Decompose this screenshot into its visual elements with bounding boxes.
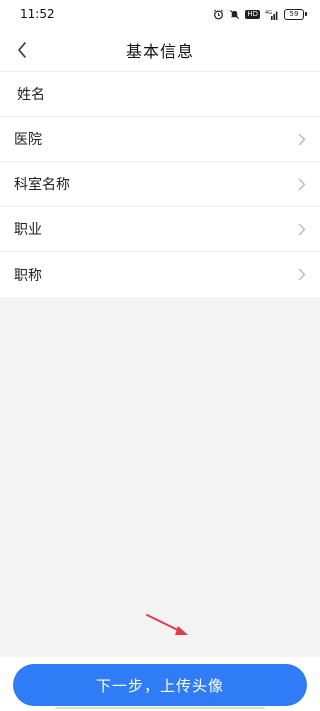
- chevron-right-icon: [298, 133, 306, 146]
- hospital-row[interactable]: 医院: [0, 117, 320, 162]
- status-bar: 11:52 HD 4G 59: [0, 0, 320, 28]
- network-label: 4G: [265, 10, 272, 16]
- chevron-right-icon: [298, 178, 306, 191]
- status-icons: HD 4G 59: [213, 8, 307, 20]
- mute-icon: [229, 9, 240, 20]
- page-title: 基本信息: [125, 41, 194, 61]
- chevron-right-icon: [298, 223, 306, 236]
- occupation-row[interactable]: 职业: [0, 207, 320, 252]
- annotation-arrow-icon: [146, 614, 188, 635]
- job-title-label: 职称: [14, 267, 42, 284]
- department-row[interactable]: 科室名称: [0, 162, 320, 207]
- header: 基本信息: [0, 28, 320, 72]
- home-indicator: [55, 707, 265, 709]
- name-label: 姓名: [17, 87, 45, 103]
- info-form: 姓名 医院 科室名称 职业 职称: [0, 72, 320, 297]
- title-row[interactable]: 职称: [0, 252, 320, 297]
- battery-icon: 59: [284, 8, 307, 20]
- department-label: 科室名称: [14, 177, 70, 193]
- next-upload-avatar-button[interactable]: 下一步，上传头像: [13, 664, 307, 706]
- back-button[interactable]: [8, 36, 36, 64]
- signal-icon: 4G: [265, 9, 279, 20]
- status-time: 11:52: [20, 7, 55, 21]
- hd-badge: HD: [245, 9, 260, 19]
- name-field[interactable]: 姓名: [0, 72, 320, 117]
- occupation-label: 职业: [14, 222, 42, 238]
- alarm-icon: [213, 9, 224, 20]
- chevron-left-icon: [18, 42, 26, 58]
- chevron-right-icon: [298, 268, 306, 281]
- hospital-label: 医院: [14, 132, 42, 148]
